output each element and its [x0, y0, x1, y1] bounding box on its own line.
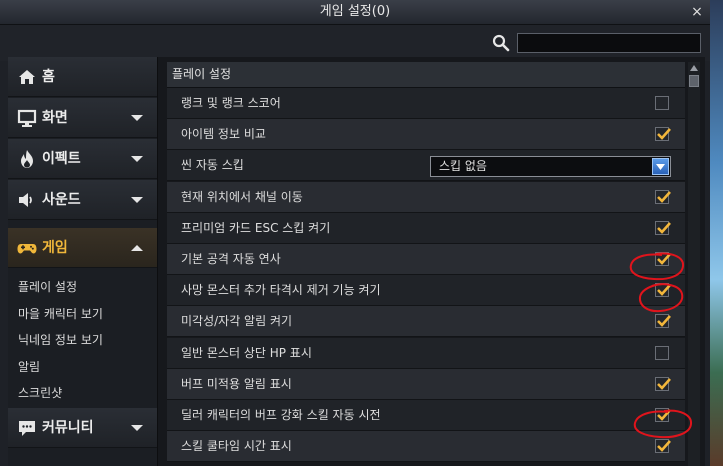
- sidebar-item-label: 이펙트: [42, 151, 81, 167]
- row-label: 스킬 쿨타임 시간 표시: [181, 439, 292, 453]
- row-label: 기본 공격 자동 연사: [181, 252, 281, 266]
- checkmark-icon: [657, 222, 671, 234]
- checkmark-icon: [657, 315, 671, 327]
- sidebar-item-label: 게임: [42, 240, 68, 256]
- scene-skip-dropdown[interactable]: 스킵 없음: [430, 156, 671, 177]
- sidebar-item-sound[interactable]: 사운드: [8, 180, 157, 220]
- row-label: 미각성/자각 알림 켜기: [181, 314, 293, 328]
- sidebar-subitem-nickname-info[interactable]: 닉네임 정보 보기: [18, 330, 103, 350]
- row-dealer-buff-auto: 딜러 캐릭터의 버프 강화 스킬 자동 시전: [167, 400, 685, 431]
- checkbox[interactable]: [655, 252, 671, 266]
- close-button[interactable]: ×: [688, 2, 706, 22]
- window-title: 게임 설정(0): [319, 4, 391, 19]
- speaker-icon: [19, 193, 32, 207]
- row-label: 아이템 정보 비교: [181, 127, 266, 141]
- row-label: 사망 몬스터 추가 타격시 제거 기능 켜기: [181, 283, 381, 297]
- row-basic-attack-auto: 기본 공격 자동 연사: [167, 244, 685, 275]
- row-rank-score: 랭크 및 랭크 스코어: [167, 88, 685, 119]
- checkbox[interactable]: [655, 221, 671, 235]
- chevron-down-icon: [131, 156, 143, 162]
- chevron-down-icon: [131, 115, 143, 121]
- chevron-down-icon: [656, 164, 665, 170]
- chevron-up-icon: [131, 245, 143, 251]
- flame-icon: [21, 150, 33, 168]
- home-icon: [19, 70, 35, 84]
- row-buff-alert: 버프 미적용 알림 표시: [167, 369, 685, 400]
- row-label: 랭크 및 랭크 스코어: [181, 96, 281, 110]
- row-skill-cooldown: 스킬 쿨타임 시간 표시: [167, 431, 685, 462]
- sidebar-item-game[interactable]: 게임: [8, 228, 157, 268]
- row-label: 일반 몬스터 상단 HP 표시: [181, 346, 312, 360]
- row-label: 프리미엄 카드 ESC 스킵 켜기: [181, 221, 331, 235]
- checkbox[interactable]: [655, 314, 671, 328]
- sidebar-item-label: 화면: [42, 110, 68, 126]
- row-label: 현재 위치에서 채널 이동: [181, 190, 303, 204]
- sidebar-item-screen[interactable]: 화면: [8, 98, 157, 138]
- checkbox[interactable]: [655, 377, 671, 391]
- search-input[interactable]: [517, 33, 701, 53]
- checkmark-icon: [657, 253, 671, 265]
- scroll-up-icon[interactable]: [688, 62, 700, 74]
- sidebar-item-home[interactable]: 홈: [8, 57, 157, 97]
- checkbox[interactable]: [655, 283, 671, 297]
- monitor-icon: [17, 109, 37, 127]
- checkbox[interactable]: [655, 127, 671, 141]
- chevron-down-icon: [131, 425, 143, 431]
- sidebar-item-label: 홈: [42, 69, 55, 85]
- checkbox[interactable]: [655, 439, 671, 453]
- chevron-down-icon: [131, 197, 143, 203]
- sidebar-subitem-town-characters[interactable]: 마을 캐릭터 보기: [18, 304, 103, 324]
- row-premium-card-esc-skip: 프리미엄 카드 ESC 스킵 켜기: [167, 213, 685, 244]
- sidebar-item-label: 사운드: [42, 192, 81, 208]
- search-icon[interactable]: [491, 33, 511, 53]
- row-label: 딜러 캐릭터의 버프 강화 스킬 자동 시전: [181, 408, 381, 422]
- scroll-thumb[interactable]: [689, 75, 699, 87]
- sidebar-subitem-screenshot[interactable]: 스크린샷: [18, 383, 62, 403]
- dropdown-toggle[interactable]: [652, 158, 669, 175]
- row-channel-move: 현재 위치에서 채널 이동: [167, 182, 685, 213]
- gamepad-icon: [17, 244, 37, 254]
- dropdown-value: 스킵 없음: [439, 159, 487, 173]
- row-label: 버프 미적용 알림 표시: [181, 377, 292, 391]
- sidebar-item-label: 커뮤니티: [42, 420, 94, 436]
- sidebar-subitem-alerts[interactable]: 알림: [18, 357, 40, 377]
- row-item-compare: 아이템 정보 비교: [167, 119, 685, 150]
- checkbox[interactable]: [655, 96, 669, 110]
- sidebar-item-community[interactable]: 커뮤니티: [8, 408, 157, 448]
- row-dead-monster-remove: 사망 몬스터 추가 타격시 제거 기능 켜기: [167, 275, 685, 306]
- checkbox[interactable]: [655, 190, 671, 204]
- section-title: 플레이 설정: [172, 67, 232, 81]
- checkmark-icon: [657, 378, 671, 390]
- scrollbar[interactable]: [688, 62, 700, 466]
- row-awakening-alert: 미각성/자각 알림 켜기: [167, 306, 685, 337]
- sidebar-subitem-play-settings[interactable]: 플레이 설정: [18, 277, 77, 297]
- row-label: 씬 자동 스킵: [181, 158, 244, 172]
- row-monster-hp: 일반 몬스터 상단 HP 표시: [167, 338, 685, 369]
- sidebar-item-effect[interactable]: 이펙트: [8, 139, 157, 179]
- checkmark-icon: [657, 191, 671, 203]
- checkmark-icon: [657, 440, 671, 452]
- checkmark-icon: [657, 128, 671, 140]
- checkbox[interactable]: [655, 346, 669, 360]
- chat-icon: [19, 421, 35, 436]
- checkmark-icon: [657, 284, 671, 296]
- checkbox[interactable]: [655, 408, 671, 422]
- section-header: [167, 62, 685, 88]
- checkmark-icon: [657, 409, 671, 421]
